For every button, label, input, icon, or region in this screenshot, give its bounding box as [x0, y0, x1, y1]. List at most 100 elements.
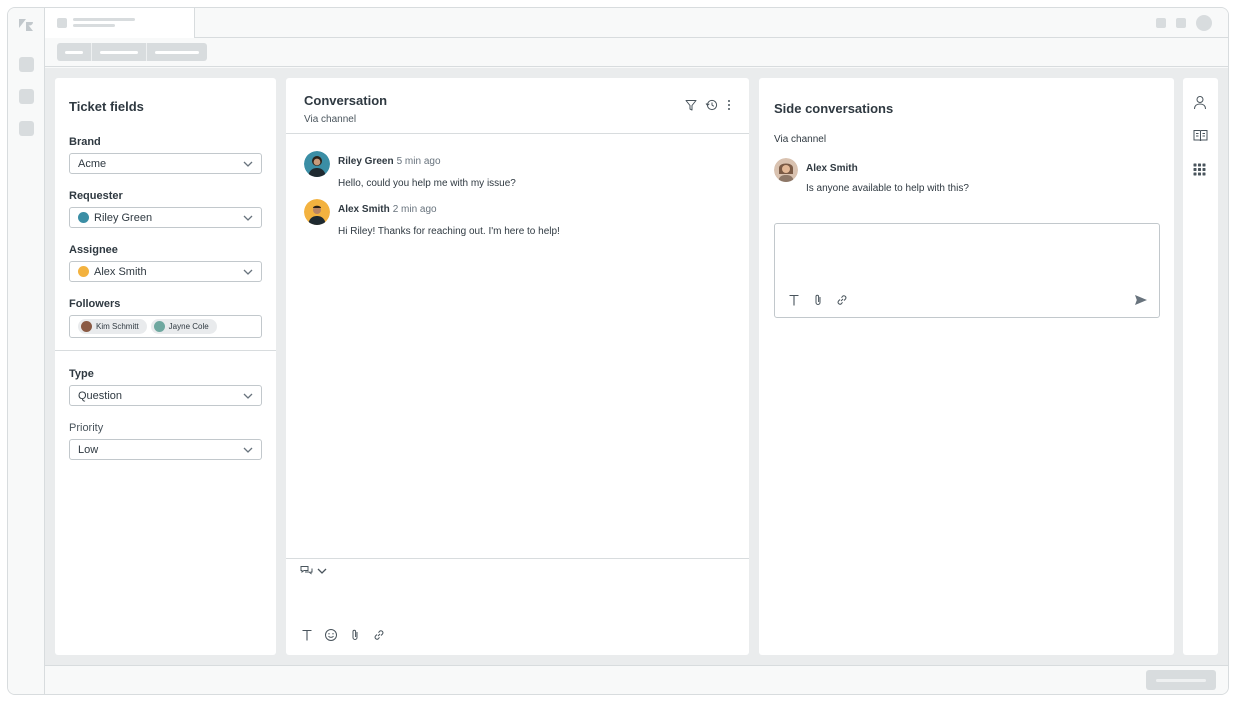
priority-label: Priority	[69, 422, 104, 434]
message-text: Hello, could you help me with my issue?	[338, 178, 516, 189]
chevron-down-icon	[243, 161, 253, 167]
message: Alex Smith 2 min ago Hi Riley! Thanks for…	[304, 199, 560, 237]
type-value: Question	[78, 389, 123, 402]
apps-grid-icon[interactable]	[1193, 163, 1206, 176]
breadcrumb-bar	[45, 38, 1228, 67]
breadcrumb	[57, 43, 207, 61]
composer-divider	[286, 558, 749, 559]
ticket-fields-title: Ticket fields	[69, 99, 144, 114]
product-logo-icon	[19, 19, 33, 31]
side-message: Alex Smith Is anyone available to help w…	[774, 158, 969, 194]
brand-value: Acme	[78, 157, 107, 170]
message-author[interactable]: Alex Smith	[338, 204, 390, 215]
message-text: Hi Riley! Thanks for reaching out. I'm h…	[338, 226, 560, 237]
breadcrumb-item-3[interactable]	[147, 43, 207, 61]
text-format-icon[interactable]	[787, 293, 801, 307]
chevron-down-icon	[243, 393, 253, 399]
alex-smith-avatar	[774, 158, 798, 182]
ticket-tab[interactable]	[45, 8, 195, 38]
link-icon[interactable]	[835, 293, 849, 307]
app-window: Ticket fields Brand Acme Requester Riley…	[7, 7, 1229, 695]
assignee-value: Alex Smith	[94, 265, 147, 278]
toolbar-icon-1[interactable]	[1156, 18, 1166, 28]
message-author[interactable]: Alex Smith	[806, 163, 858, 174]
message-time: 5 min ago	[396, 156, 441, 167]
follower-tag[interactable]: Jayne Cole	[150, 319, 217, 334]
type-label: Type	[69, 368, 94, 380]
assignee-field: Assignee Alex Smith	[69, 244, 262, 282]
toolbar-icon-2[interactable]	[1176, 18, 1186, 28]
priority-select[interactable]: Low	[69, 439, 262, 460]
conversation-title: Conversation	[304, 93, 388, 108]
link-icon[interactable]	[372, 628, 386, 642]
submit-button[interactable]	[1146, 670, 1216, 690]
filter-icon[interactable]	[685, 99, 697, 111]
bottom-bar	[45, 665, 1228, 694]
apps-rail	[1183, 78, 1218, 655]
priority-value: Low	[78, 443, 99, 456]
requester-label: Requester	[69, 190, 123, 202]
follower-name: Jayne Cole	[168, 322, 209, 331]
emoji-icon[interactable]	[324, 628, 338, 642]
rail-nav-item-1[interactable]	[19, 57, 34, 72]
attachment-icon[interactable]	[348, 628, 362, 642]
follower-avatar	[81, 321, 92, 332]
send-icon[interactable]	[1134, 294, 1148, 306]
side-conversation-channel: Via channel	[774, 134, 827, 145]
message-time: 2 min ago	[392, 204, 437, 215]
more-options-icon[interactable]	[726, 99, 732, 111]
chevron-down-icon	[243, 269, 253, 275]
type-select[interactable]: Question	[69, 385, 262, 406]
rail-nav-item-3[interactable]	[19, 121, 34, 136]
text-format-icon[interactable]	[300, 628, 314, 642]
follower-avatar	[153, 321, 165, 332]
alex-smith-avatar	[304, 199, 330, 225]
conversation-channel: Via channel	[304, 114, 357, 125]
chevron-down-icon	[243, 215, 253, 221]
tab-icon	[57, 18, 67, 28]
side-reply-box[interactable]	[774, 223, 1160, 318]
attachment-icon[interactable]	[811, 293, 825, 307]
brand-field: Brand Acme	[69, 136, 262, 174]
brand-select[interactable]: Acme	[69, 153, 262, 174]
requester-field: Requester Riley Green	[69, 190, 262, 228]
requester-select[interactable]: Riley Green	[69, 207, 262, 228]
tab-subtitle-placeholder	[73, 24, 115, 27]
riley-green-avatar	[304, 151, 330, 177]
product-rail	[8, 8, 45, 694]
channel-icon	[300, 566, 313, 575]
channel-switcher[interactable]	[300, 565, 327, 577]
assignee-select[interactable]: Alex Smith	[69, 261, 262, 282]
history-icon[interactable]	[705, 99, 718, 111]
message-text: Is anyone available to help with this?	[806, 183, 969, 194]
brand-label: Brand	[69, 136, 101, 148]
composer-toolbar	[300, 628, 386, 642]
conversation-panel: Conversation Via channel Riley Green 5 mi…	[286, 78, 749, 655]
profile-avatar[interactable]	[1196, 15, 1212, 31]
rail-nav-item-2[interactable]	[19, 89, 34, 104]
message-author[interactable]: Riley Green	[338, 156, 394, 167]
breadcrumb-item-1[interactable]	[57, 43, 92, 61]
assignee-avatar	[78, 266, 89, 277]
knowledge-icon[interactable]	[1193, 129, 1208, 142]
conversation-tools	[685, 99, 732, 111]
workspace: Ticket fields Brand Acme Requester Riley…	[45, 68, 1228, 665]
type-field: Type Question	[69, 368, 262, 406]
followers-field: Followers Kim Schmitt Jayne Cole	[69, 298, 262, 338]
top-bar	[45, 8, 1228, 38]
requester-avatar	[78, 212, 89, 223]
chevron-down-icon	[317, 568, 327, 574]
follower-name: Kim Schmitt	[96, 322, 139, 331]
side-conversations-panel: Side conversations Via channel Alex Smit…	[759, 78, 1174, 655]
user-icon[interactable]	[1193, 95, 1207, 110]
tab-title-placeholder	[73, 18, 135, 21]
message: Riley Green 5 min ago Hello, could you he…	[304, 151, 516, 189]
side-conversations-title: Side conversations	[774, 101, 894, 116]
reply-toolbar	[787, 293, 849, 307]
breadcrumb-item-2[interactable]	[92, 43, 147, 61]
followers-input[interactable]: Kim Schmitt Jayne Cole	[69, 315, 262, 338]
assignee-label: Assignee	[69, 244, 118, 256]
followers-label: Followers	[69, 298, 121, 310]
header-divider	[286, 133, 749, 134]
follower-tag[interactable]: Kim Schmitt	[78, 319, 147, 334]
